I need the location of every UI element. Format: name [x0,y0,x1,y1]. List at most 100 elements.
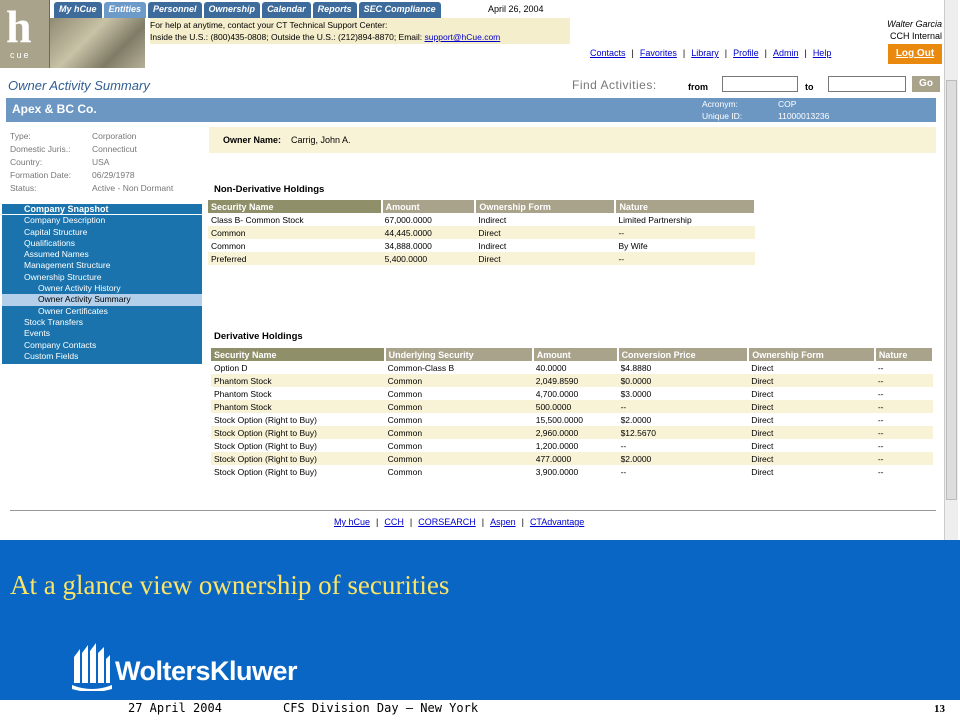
sidebar-item-company-description[interactable]: Company Description [2,215,202,226]
sidebar-item-company-contacts[interactable]: Company Contacts [2,340,202,351]
tab-my-hcue[interactable]: My hCue [54,2,102,18]
tab-calendar[interactable]: Calendar [262,2,311,18]
user-info: Walter Garcia CCH Internal [887,18,942,42]
sidebar-item-owner-activity-history[interactable]: Owner Activity History [2,283,202,294]
info-row: Formation Date: 06/29/1978 [10,169,173,182]
table-row: Class B- Common Stock 67,000.0000 Indirect… [208,213,755,226]
table-cell: -- [874,374,933,387]
current-date: April 26, 2004 [488,4,544,14]
vertical-scrollbar[interactable] [944,0,958,540]
sidebar-item-qualifications[interactable]: Qualifications [2,238,202,249]
tab-personnel[interactable]: Personnel [148,2,202,18]
sidebar-item-owner-certificates[interactable]: Owner Certificates [2,306,202,317]
footer-link-cch[interactable]: CCH [384,517,404,527]
table-cell: 3,900.0000 [535,466,579,477]
acronym-value: COP [778,99,797,109]
non-derivative-table: Security Name Amount Ownership Form Nature C… [208,200,756,265]
table-cell: Indirect [478,240,507,251]
unique-id-value: 11000013236 [778,111,830,121]
column-header[interactable]: Amount [381,200,477,213]
column-header[interactable]: Security Name [211,348,386,361]
info-row: Country: USA [10,156,173,169]
slide-number: 13 [934,703,945,715]
logout-button[interactable]: Log Out [888,44,942,64]
column-header[interactable]: Ownership Form [748,348,876,361]
support-email-link[interactable]: support@hCue.com [425,32,501,42]
footer-link-aspen[interactable]: Aspen [490,517,516,527]
sidebar-item-management-structure[interactable]: Management Structure [2,260,202,271]
tab-entities[interactable]: Entities [103,2,147,18]
sidebar-item-stock-transfers[interactable]: Stock Transfers [2,317,202,328]
help-line-1: For help at anytime, contact your CT Tec… [150,20,388,30]
to-date-input[interactable] [828,76,906,92]
company-name: Apex & BC Co. [12,102,97,116]
footer-link-ctadvantage[interactable]: CTAdvantage [530,517,584,527]
table-row: Phantom Stock Common 4,700.0000 $3.0000 Dire… [211,387,933,400]
sidebar-item-custom-fields[interactable]: Custom Fields [2,351,202,362]
toplink-profile[interactable]: Profile [733,48,759,58]
wolters-kluwer-wordmark: WoltersKluwer [115,656,298,686]
table-cell: 2,049.8590 [532,374,618,387]
table-cell: Common [387,466,423,477]
derivative-table: Security Name Underlying Security Amount Co… [211,348,935,478]
scrollbar-thumb[interactable] [946,80,957,500]
table-row: Stock Option (Right to Buy) Common 2,960.0… [211,426,933,439]
header-photo [50,18,145,68]
column-header[interactable]: Security Name [208,200,383,213]
table-cell: -- [877,466,884,477]
table-cell: -- [620,440,627,451]
toplink-library[interactable]: Library [691,48,719,58]
table-cell: $2.0000 [617,452,749,465]
info-label: Domestic Juris.: [10,144,71,154]
user-name: Walter Garcia [887,19,942,29]
tab-reports[interactable]: Reports [312,2,357,18]
column-header[interactable]: Amount [532,348,619,361]
table-cell: 40.0000 [535,362,567,373]
from-date-input[interactable] [722,76,798,92]
sidebar-item-assumed-names[interactable]: Assumed Names [2,249,202,260]
link-separator: | [376,517,379,527]
table-cell: Common [387,414,423,425]
table-cell: 34,888.0000 [384,240,432,251]
company-info: Type: Corporation Domestic Juris.: Connecti… [10,130,173,195]
owner-name-bar: Owner Name: Carrig, John A. [209,127,936,153]
table-cell: -- [877,362,884,373]
tab-ownership[interactable]: Ownership [203,2,261,18]
table-cell: $2.0000 [620,414,652,425]
column-header[interactable]: Underlying Security [384,348,534,361]
table-row: Common 34,888.0000 Indirect By Wife [208,239,755,252]
info-row: Status: Active - Non Dormant [10,182,173,195]
sidebar-item-capital-structure[interactable]: Capital Structure [2,227,202,238]
sidebar-item-events[interactable]: Events [2,328,202,339]
table-cell: $3.0000 [620,388,652,399]
toplink-admin[interactable]: Admin [773,48,799,58]
table-cell: Stock Option (Right to Buy) [214,440,317,451]
hcue-logo[interactable]: h cue [0,0,50,68]
table-cell: -- [874,426,933,439]
toplink-contacts[interactable]: Contacts [590,48,626,58]
toplink-help[interactable]: Help [813,48,832,58]
table-cell: Common [384,374,533,387]
info-row: Type: Corporation [10,130,173,143]
table-row: Stock Option (Right to Buy) Common 3,900.0… [211,465,933,478]
column-header[interactable]: Nature [615,200,756,213]
toplink-favorites[interactable]: Favorites [640,48,677,58]
column-header[interactable]: Nature [874,348,935,361]
column-header[interactable]: Conversion Price [617,348,750,361]
link-separator: | [764,48,767,58]
title-row: Owner Activity Summary Find Activities: … [0,76,945,96]
table-cell: 477.0000 [532,452,618,465]
slide-footer: 27 April 2004 CFS Division Day – New Yor… [0,700,960,720]
footer-link-corsearch[interactable]: CORSEARCH [418,517,476,527]
go-button[interactable]: Go [912,76,940,92]
column-header[interactable]: Ownership Form [475,200,617,213]
footer-links: My hCue | CCH | CORSEARCH | Aspen | CTAdvantage [334,517,584,527]
sidebar-item-owner-activity-summary[interactable]: Owner Activity Summary [2,294,202,306]
acronym-label: Acronym: [702,99,738,109]
footer-link-my-hcue[interactable]: My hCue [334,517,370,527]
sidebar-item-ownership-structure[interactable]: Ownership Structure [2,272,202,283]
tab-sec-compliance[interactable]: SEC Compliance [358,2,441,18]
sidebar-item-company-snapshot[interactable]: Company Snapshot [2,204,202,216]
wolters-kluwer-logo-icon [72,643,112,691]
footer-divider [10,510,936,511]
